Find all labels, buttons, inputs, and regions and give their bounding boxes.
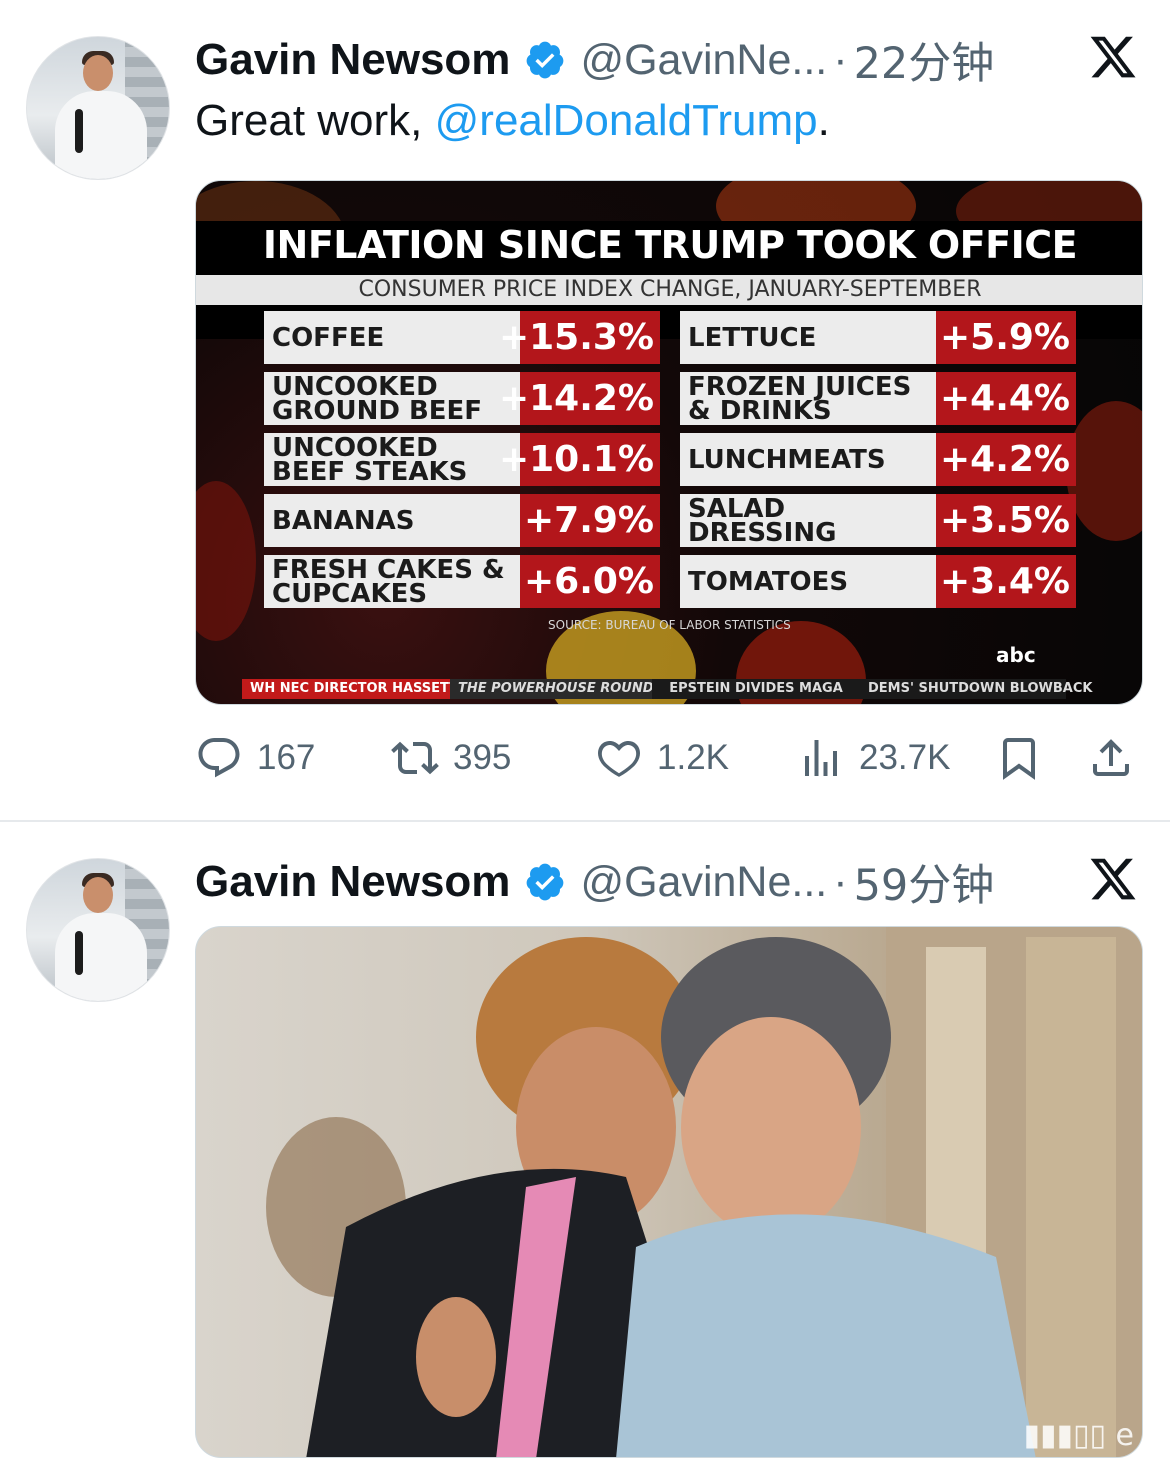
tweet-header: Gavin Newsom @GavinNe... · 59分钟 — [195, 852, 994, 912]
photo-illustration — [266, 927, 1142, 1457]
list-item: LETTUCE +5.9% — [680, 311, 1076, 364]
x-logo-icon[interactable] — [1088, 32, 1138, 82]
item-value: +15.3% — [499, 311, 660, 364]
item-label: SALAD DRESSING — [680, 494, 936, 547]
share-button[interactable] — [1087, 730, 1135, 786]
list-item: COFFEE +15.3% — [264, 311, 660, 364]
list-item: UNCOOKED GROUND BEEF +14.2% — [264, 372, 660, 425]
verified-badge-icon — [527, 863, 564, 901]
author-name[interactable]: Gavin Newsom — [195, 857, 510, 907]
timestamp[interactable]: 59分钟 — [854, 851, 995, 913]
list-item: FROZEN JUICES & DRINKS +4.4% — [680, 372, 1076, 425]
item-label: FRESH CAKES & CUPCAKES — [264, 555, 520, 608]
tweet[interactable]: Gavin Newsom @GavinNe... · 59分钟 ▮▮▮▯▯ e — [0, 822, 1170, 1481]
author-handle[interactable]: @GavinNe... — [580, 36, 827, 85]
heart-icon — [597, 740, 641, 777]
item-label: UNCOOKED BEEF STEAKS — [264, 433, 520, 486]
graphic-source: SOURCE: BUREAU OF LABOR STATISTICS — [548, 618, 791, 632]
author-name[interactable]: Gavin Newsom — [195, 35, 510, 85]
avatar[interactable] — [26, 36, 170, 180]
item-value: +4.2% — [936, 433, 1076, 486]
item-label: LUNCHMEATS — [680, 433, 936, 486]
timestamp[interactable]: 22分钟 — [854, 29, 995, 91]
graphic-title: INFLATION SINCE TRUMP TOOK OFFICE — [262, 223, 1078, 267]
analytics-icon — [805, 740, 837, 776]
mention-link[interactable]: @realDonaldTrump — [435, 96, 818, 145]
separator-dot: · — [833, 35, 848, 84]
reply-icon — [198, 738, 240, 778]
graphic-subtitle: CONSUMER PRICE INDEX CHANGE, JANUARY-SEP… — [196, 275, 1142, 305]
repost-icon — [391, 741, 439, 775]
ticker-item: THE POWERHOUSE ROUNDTABLE — [450, 679, 699, 699]
bookmark-icon — [1003, 738, 1035, 780]
tweet-header: Gavin Newsom @GavinNe... · 22分钟 — [195, 30, 994, 90]
item-label: UNCOOKED GROUND BEEF — [264, 372, 520, 425]
watermark: ▮▮▮▯▯ e — [1023, 1418, 1134, 1453]
like-button[interactable]: 1.2K — [595, 730, 729, 786]
tweet[interactable]: Gavin Newsom @GavinNe... · 22分钟 Great wo… — [0, 0, 1170, 820]
item-label: FROZEN JUICES & DRINKS — [680, 372, 936, 425]
tweet-text-suffix: . — [817, 96, 830, 145]
avatar[interactable] — [26, 858, 170, 1002]
list-item: UNCOOKED BEEF STEAKS +10.1% — [264, 433, 660, 486]
bookmark-button[interactable] — [995, 730, 1043, 786]
x-logo-icon[interactable] — [1088, 854, 1138, 904]
item-value: +3.4% — [936, 555, 1076, 608]
item-value: +7.9% — [520, 494, 660, 547]
item-value: +14.2% — [499, 372, 660, 425]
list-item: TOMATOES +3.4% — [680, 555, 1076, 608]
item-label: TOMATOES — [680, 555, 936, 608]
list-item: BANANAS +7.9% — [264, 494, 660, 547]
verified-badge-icon — [527, 41, 564, 79]
item-label: LETTUCE — [680, 311, 936, 364]
like-count: 1.2K — [657, 738, 729, 777]
separator-dot: · — [833, 857, 848, 906]
item-value: +6.0% — [520, 555, 660, 608]
views-button[interactable]: 23.7K — [797, 730, 950, 786]
repost-button[interactable]: 395 — [391, 730, 511, 786]
item-label: COFFEE — [264, 311, 520, 364]
views-count: 23.7K — [859, 738, 951, 777]
tweet-text-prefix: Great work, — [195, 96, 435, 145]
ticker-item: DEMS' SHUTDOWN BLOWBACK — [860, 679, 1092, 699]
tweet-text: Great work, @realDonaldTrump. — [195, 96, 830, 146]
ticker-item: WH NEC DIRECTOR HASSETT — [242, 679, 458, 699]
item-value: +3.5% — [936, 494, 1076, 547]
share-icon — [1093, 739, 1129, 776]
network-logo: abc — [996, 643, 1036, 667]
item-label: BANANAS — [264, 494, 520, 547]
item-value: +4.4% — [936, 372, 1076, 425]
action-bar: 167 395 1.2K 23.7K — [195, 730, 1145, 786]
author-handle[interactable]: @GavinNe... — [580, 858, 827, 907]
list-item: SALAD DRESSING +3.5% — [680, 494, 1076, 547]
item-value: +5.9% — [936, 311, 1076, 364]
item-value: +10.1% — [499, 433, 660, 486]
reply-button[interactable]: 167 — [195, 730, 315, 786]
repost-count: 395 — [453, 738, 512, 777]
list-item: LUNCHMEATS +4.2% — [680, 433, 1076, 486]
media-inflation-graphic[interactable]: INFLATION SINCE TRUMP TOOK OFFICE CONSUM… — [195, 180, 1143, 705]
media-photo[interactable]: ▮▮▮▯▯ e — [195, 926, 1143, 1458]
reply-count: 167 — [257, 738, 316, 777]
news-ticker: WH NEC DIRECTOR HASSETT THE POWERHOUSE R… — [242, 679, 1092, 699]
ticker-item: EPSTEIN DIVIDES MAGA — [652, 679, 860, 699]
list-item: FRESH CAKES & CUPCAKES +6.0% — [264, 555, 660, 608]
